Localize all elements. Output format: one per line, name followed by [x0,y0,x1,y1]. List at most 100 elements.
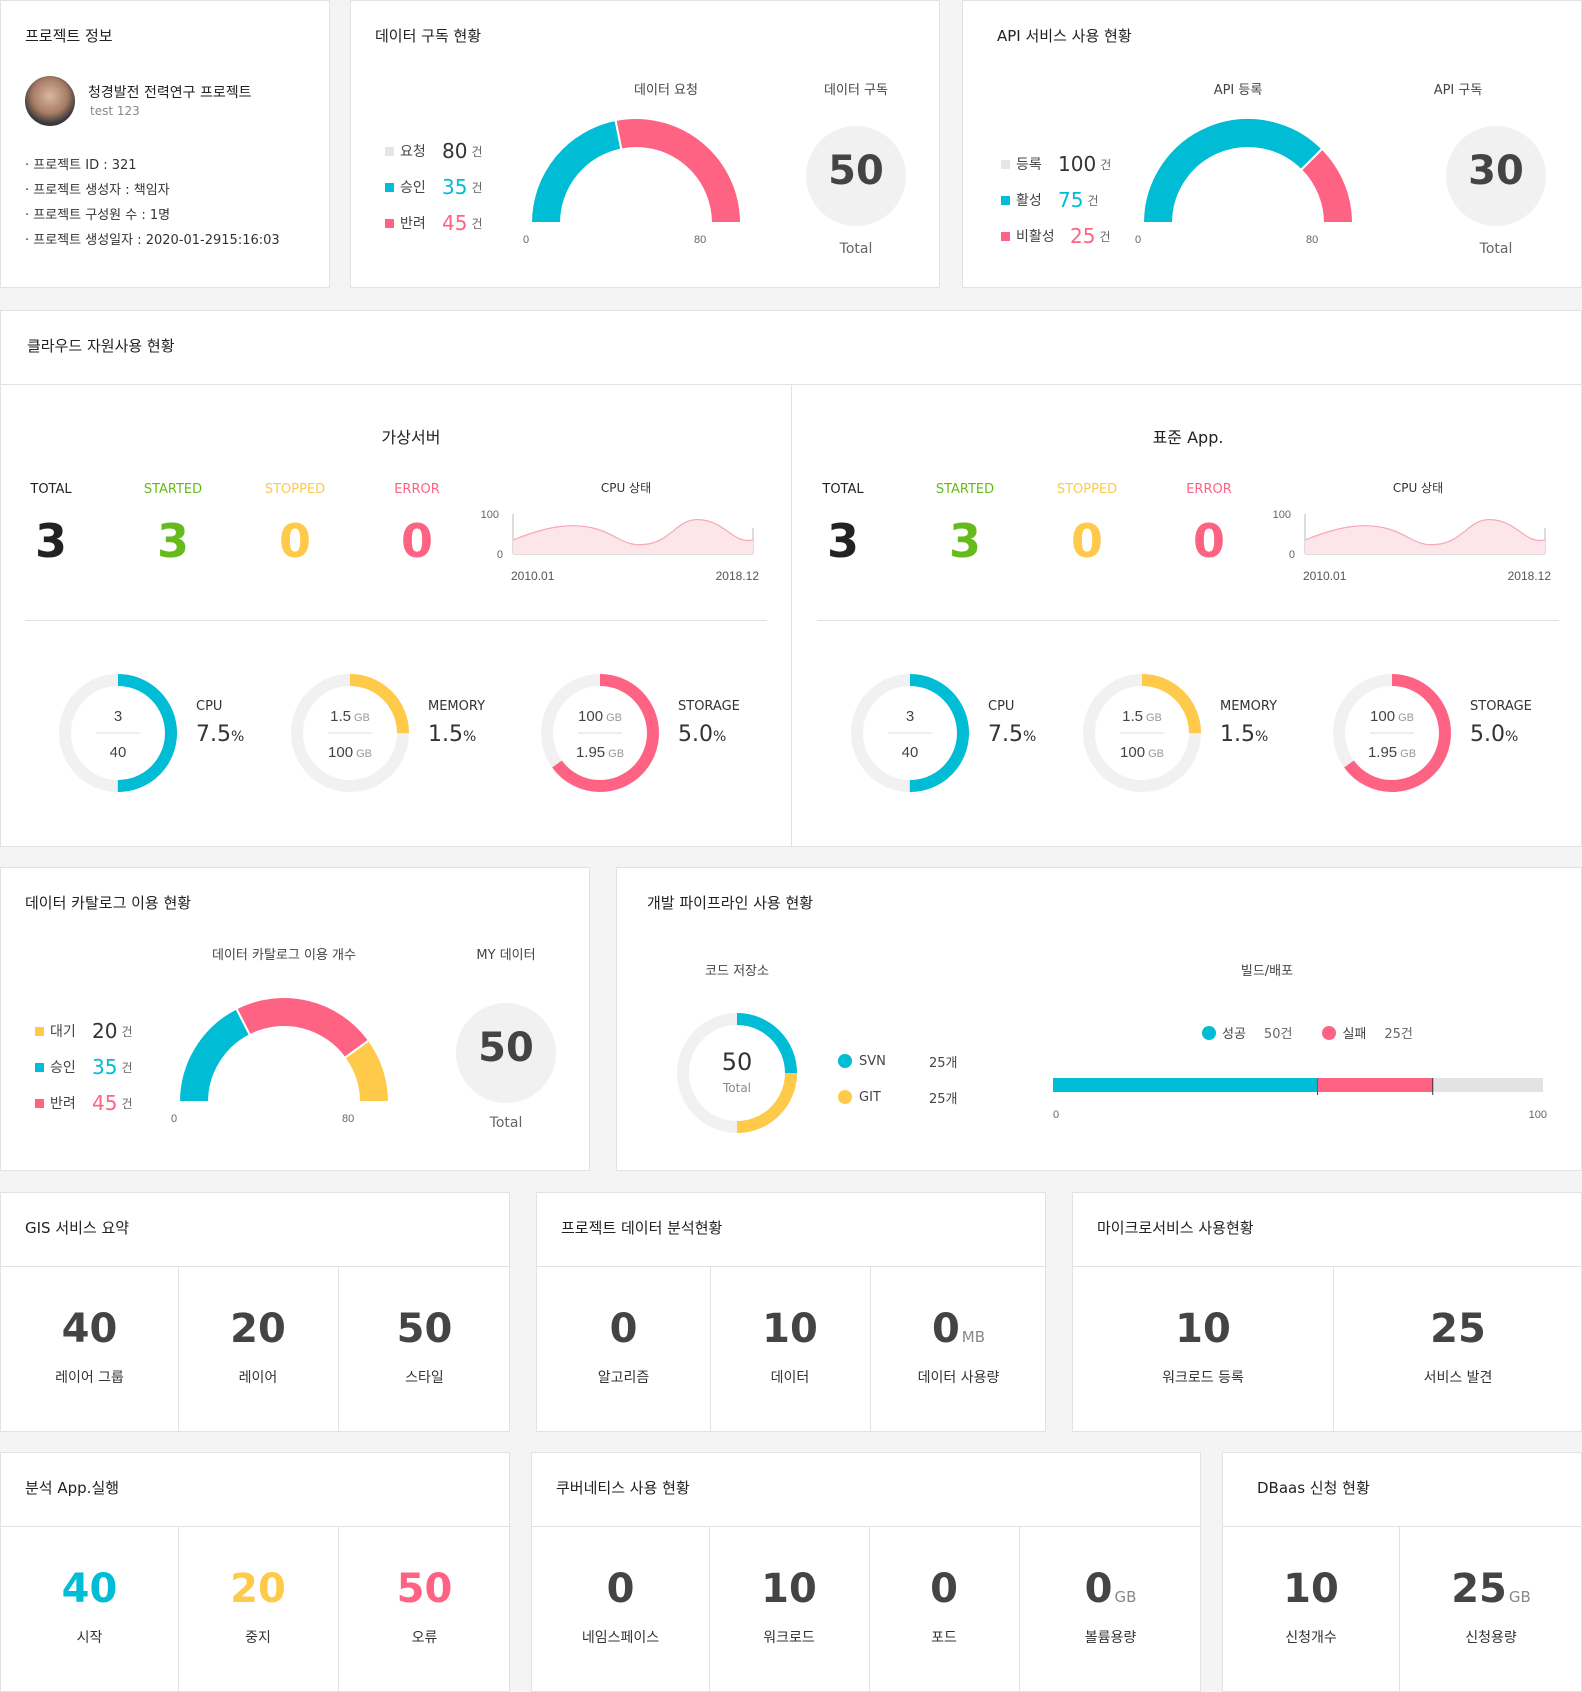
legend-label: 등록 [1016,157,1042,173]
legend: 요청 80 건 승인 35 건 반려 45 건 [385,133,483,241]
divider [817,620,1559,621]
cloud-panel: 표준 App. TOTAL 3 STARTED 3 STOPPED 0 ERROR 0 CPU 상… [793,384,1582,847]
legend-value: 25개 [929,1091,958,1107]
card-title: DBaas 신청 현황 [1257,1479,1370,1497]
card-title: 마이크로서비스 사용현황 [1097,1219,1254,1237]
cpu-chart-title: CPU 상태 [1392,481,1444,495]
gauge-percent-unit: % [1255,729,1269,745]
dev-pipeline-card: 개발 파이프라인 사용 현황 코드 저장소 50 Total SVN 25개 GIT… [616,867,1582,1171]
ring-top-unit: GB [1398,712,1414,724]
legend-unit: 건 [471,180,483,195]
project-detail: · 프로젝트 ID : 321 [25,158,137,173]
gauge-label: CPU [988,699,1015,714]
legend-item: 성공 50건 [1202,1023,1292,1042]
data-subscription-card: 데이터 구독 현황 요청 80 건 승인 35 건 반려 45 건 데이터 요청 0 80 데이터… [350,0,940,288]
stat-value: 3 [156,514,189,568]
legend-value: 100 [1058,152,1097,176]
stat-tile-value: 0 [930,1566,958,1612]
cpu-chart-title: CPU 상태 [600,481,652,495]
data-catalog-card: 데이터 카탈로그 이용 현황 대기 20 건 승인 35 건 반려 45 건 데이터 카탈로그 … [0,867,590,1171]
legend-label: 반려 [50,1096,76,1112]
legend-value: 75 [1058,188,1084,212]
x-end-label: 2018.12 [716,569,760,583]
total-circle: 50 [806,126,906,226]
card-title: GIS 서비스 요약 [25,1219,130,1237]
legend-item: 반려 45 건 [35,1085,133,1121]
stat-tile-label: 스타일 [405,1370,444,1386]
total-circle: 50 [456,1003,556,1103]
legend-label: 승인 [400,180,426,196]
cloud-resource-card: 클라우드 자원사용 현황 가상서버 TOTAL 3 STARTED 3 STOPPED 0 E… [0,310,1582,847]
total-value: 50 [828,148,884,194]
card-title: 프로젝트 데이터 분석현황 [561,1219,723,1237]
stat-tile-label: 알고리즘 [597,1370,650,1386]
gauge-percent-unit: % [1023,729,1037,745]
stat-label: ERROR [1186,482,1232,497]
stat-tile: 10 데이터 [710,1309,870,1387]
legend-label: 승인 [50,1060,76,1076]
card-title: 쿠버네티스 사용 현황 [556,1479,690,1497]
legend-value: 35 [442,175,468,199]
legend-swatch [35,1026,44,1036]
code-total-caption: Total [722,1081,752,1095]
gauge-segment [529,118,623,224]
stat-tile-label: 데이터 [770,1370,810,1386]
ring-bottom-unit: GB [608,748,624,760]
legend-item: 요청 80 건 [385,133,483,169]
stat-tile-label: 중지 [245,1630,271,1646]
legend-value: 35 [92,1055,118,1079]
avatar [25,76,75,126]
axis-max-label: 80 [694,234,706,246]
stat-tile: 0 MB 데이터 사용량 [870,1309,1047,1387]
legend-value: 80 [442,139,468,163]
legend-value: 20 [92,1019,118,1043]
legend-value: 50건 [1263,1027,1293,1042]
build-label: 빌드/배포 [1240,964,1294,979]
legend-item: GIT 25개 [838,1079,958,1115]
stat-tile-value: 25 GB [1451,1566,1531,1612]
legend-label: 활성 [1016,193,1042,209]
stat-tile-label: 오류 [411,1630,438,1646]
total-label: MY 데이터 [476,948,536,963]
ring-top-value: 1.5 GB [1122,708,1162,725]
dbaas-card: DBaas 신청 현황 10 신청개수 25 GB 신청용량 [1222,1452,1582,1692]
gauge-segment [1141,117,1324,224]
ring-top-unit: GB [606,712,622,724]
legend-label: 비활성 [1016,229,1055,245]
legend-label: 대기 [50,1024,76,1040]
ring-top-value: 3 [906,708,914,725]
code-repo-label: 코드 저장소 [705,964,769,979]
legend-label: 성공 [1222,1027,1246,1042]
legend-unit: 건 [1087,193,1099,208]
stat-value: 3 [826,514,859,568]
legend-value: 25 [1070,224,1096,248]
project-name: 청경발전 전력연구 프로젝트 [88,85,252,101]
stat-tile-value: 10 [1175,1306,1231,1352]
stat-label: STOPPED [1056,482,1118,497]
legend-label: 요청 [400,144,426,160]
chart-label: 데이터 요청 [634,83,698,98]
legend-unit: 건 [121,1060,133,1075]
legend-swatch [1001,159,1010,169]
kubernetes-card: 쿠버네티스 사용 현황 0 네임스페이스 10 워크로드 0 포드 0 GB 볼륨용량 [531,1452,1202,1692]
code-legend: SVN 25개 GIT 25개 [838,1043,958,1115]
total-caption: Total [1479,241,1513,257]
stat-tile: 50 오류 [338,1569,511,1647]
total-label: API 구독 [1433,83,1483,98]
ring-bottom-value: 100 GB [328,744,372,761]
total-circle: 30 [1446,126,1546,226]
gauge-label: STORAGE [1470,699,1532,714]
gauge-percent-unit: % [231,729,245,745]
gauge-percent: 5.0% [1470,722,1519,747]
divider [532,1526,1202,1527]
stat-tile: 10 신청개수 [1223,1569,1399,1647]
stat-tile-value: 0 MB [931,1306,986,1352]
legend-unit: 건 [121,1096,133,1111]
stat-tile-value: 20 [230,1306,286,1352]
legend-unit: 건 [471,144,483,159]
stat-tile: 50 스타일 [338,1309,511,1387]
ring-top-unit: GB [1146,712,1162,724]
card-title: 분석 App.실행 [25,1479,120,1497]
stat-tile: 10 워크로드 [709,1569,869,1647]
semi-donut-chart: 0 80 [523,117,743,246]
